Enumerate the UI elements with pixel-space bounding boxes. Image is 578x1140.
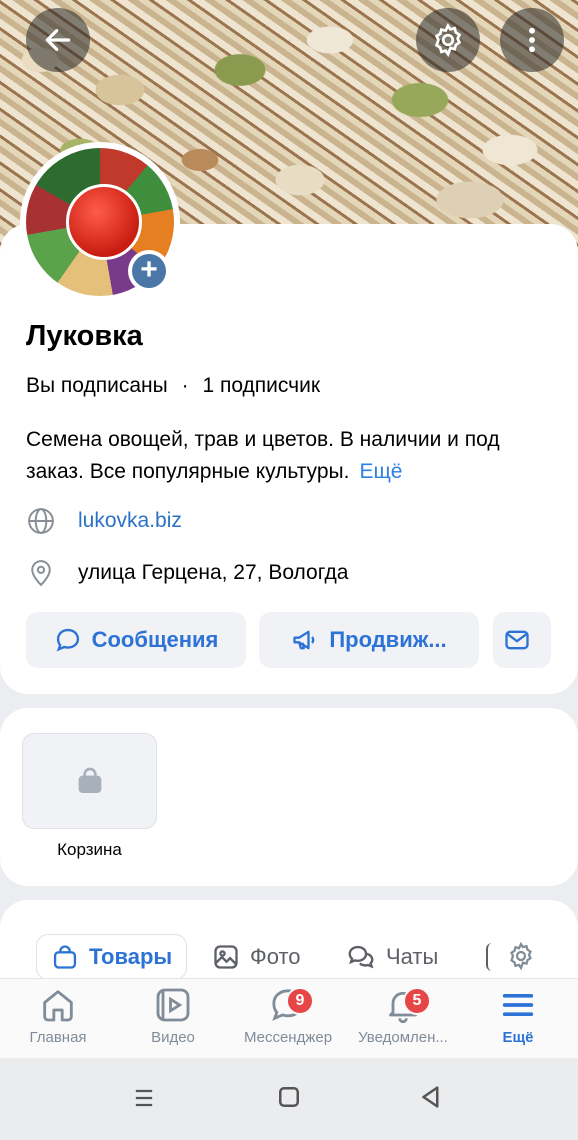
bottom-navigation: Главная Видео 9 Мессенджер 5 Уведомлен..… bbox=[0, 978, 578, 1058]
nav-notifications[interactable]: 5 Уведомлен... bbox=[345, 985, 461, 1055]
home-system-icon[interactable] bbox=[274, 1082, 304, 1112]
followers-count[interactable]: 1 подписчик bbox=[202, 374, 320, 397]
recent-apps-icon[interactable] bbox=[130, 1084, 158, 1112]
arrow-left-icon bbox=[45, 29, 71, 51]
more-vertical-icon bbox=[529, 27, 535, 53]
tab-chats[interactable]: Чаты bbox=[346, 934, 438, 980]
nav-label: Главная bbox=[29, 1029, 87, 1046]
chats-icon bbox=[348, 945, 374, 969]
location-pin-icon bbox=[31, 560, 51, 587]
back-system-icon[interactable] bbox=[416, 1082, 446, 1112]
address-text: улица Герцена, 27, Вологда bbox=[78, 561, 349, 584]
tab-label: Товары bbox=[89, 944, 173, 969]
mail-icon bbox=[505, 630, 529, 650]
website-row[interactable]: lukovka.biz bbox=[26, 506, 182, 536]
mail-button[interactable] bbox=[493, 612, 551, 668]
more-menu-button[interactable] bbox=[500, 8, 564, 72]
home-icon bbox=[43, 990, 73, 1022]
subscription-info: Вы подписаны · 1 подписчик bbox=[26, 374, 320, 398]
nav-more[interactable]: Ещё bbox=[460, 985, 576, 1055]
nav-label: Видео bbox=[151, 1029, 195, 1046]
video-icon bbox=[156, 988, 190, 1022]
tab-goods[interactable]: Товары bbox=[36, 934, 188, 980]
notifications-badge: 5 bbox=[403, 987, 431, 1015]
nav-video[interactable]: Видео bbox=[115, 985, 231, 1055]
megaphone-icon bbox=[293, 630, 315, 650]
tab-label: Фото bbox=[250, 944, 301, 969]
show-more-link[interactable]: Ещё bbox=[359, 460, 402, 483]
separator: · bbox=[181, 374, 189, 397]
nav-label: Уведомлен... bbox=[358, 1029, 448, 1046]
website-link[interactable]: lukovka.biz bbox=[78, 509, 182, 533]
messenger-badge: 9 bbox=[286, 987, 314, 1015]
description: Семена овощей, трав и цветов. В наличии … bbox=[26, 424, 556, 488]
promote-button[interactable]: Продвиж... bbox=[259, 612, 479, 668]
promote-button-label: Продвиж... bbox=[329, 627, 447, 652]
globe-icon bbox=[28, 508, 54, 534]
chat-bubble-icon bbox=[56, 628, 79, 652]
shopping-bag-icon bbox=[78, 767, 101, 793]
nav-messenger[interactable]: 9 Мессенджер bbox=[230, 985, 346, 1055]
settings-button[interactable] bbox=[416, 8, 480, 72]
image-icon bbox=[214, 945, 238, 969]
address-row[interactable]: улица Герцена, 27, Вологда bbox=[26, 558, 348, 588]
tab-photos[interactable]: Фото bbox=[212, 934, 301, 980]
description-text: Семена овощей, трав и цветов. В наличии … bbox=[26, 428, 500, 483]
messages-button-label: Сообщения bbox=[91, 627, 219, 652]
plus-icon: + bbox=[132, 254, 166, 288]
system-navigation-bar bbox=[0, 1058, 578, 1140]
nav-home[interactable]: Главная bbox=[0, 985, 116, 1055]
add-avatar-button[interactable]: + bbox=[128, 250, 170, 292]
back-button[interactable] bbox=[26, 8, 90, 72]
nav-label: Мессенджер bbox=[243, 1029, 333, 1046]
partial-tab-indicator bbox=[486, 943, 492, 971]
tab-label: Чаты bbox=[386, 944, 439, 969]
subscribed-status[interactable]: Вы подписаны bbox=[26, 374, 168, 397]
gear-icon bbox=[510, 941, 532, 971]
nav-label: Ещё bbox=[502, 1029, 534, 1046]
cart-label: Корзина bbox=[57, 840, 122, 859]
page-title: Луковка bbox=[26, 320, 143, 352]
gear-icon bbox=[434, 23, 462, 58]
cart-button[interactable] bbox=[22, 733, 157, 829]
shopping-bag-icon bbox=[53, 945, 77, 969]
tabs-settings-button[interactable] bbox=[506, 941, 536, 976]
menu-icon bbox=[502, 994, 534, 1016]
messages-button[interactable]: Сообщения bbox=[26, 612, 246, 668]
